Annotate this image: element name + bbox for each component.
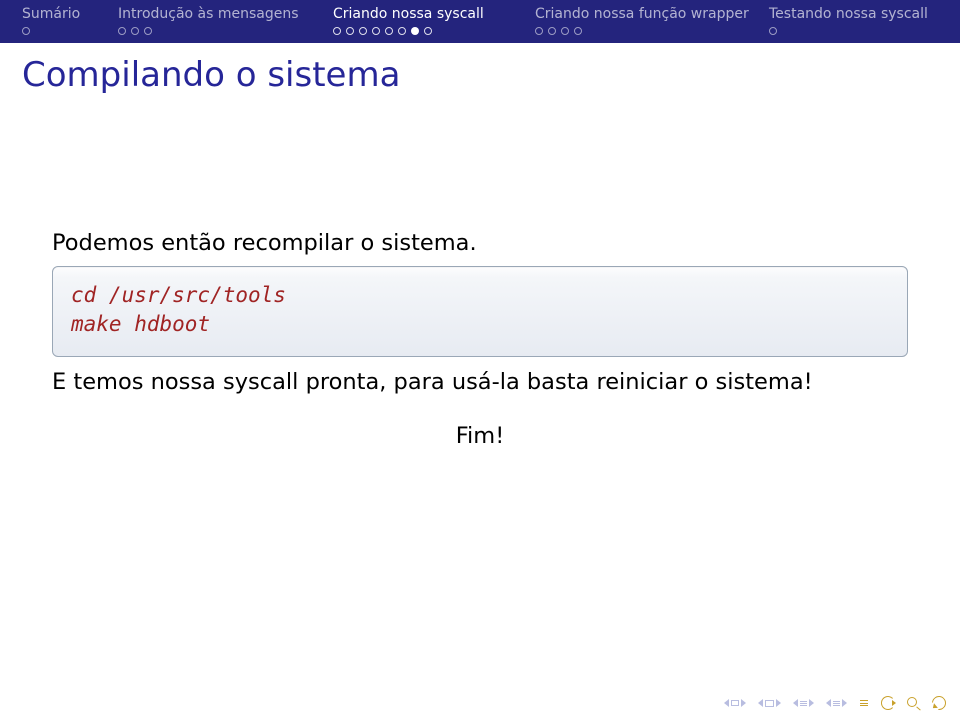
nav-section-testando[interactable]: Testando nossa syscall bbox=[769, 0, 959, 43]
chevron-right-icon bbox=[741, 699, 746, 707]
progress-dot[interactable] bbox=[574, 27, 582, 35]
code-line: cd /usr/src/tools bbox=[71, 281, 889, 310]
nav-section-criando-wrapper[interactable]: Criando nossa função wrapper bbox=[535, 0, 767, 43]
progress-dot[interactable] bbox=[561, 27, 569, 35]
nav-section-label: Introdução às mensagens bbox=[118, 6, 313, 23]
nav-section-label: Criando nossa função wrapper bbox=[535, 6, 767, 23]
body-outro-text: E temos nossa syscall pronta, para usá-l… bbox=[52, 369, 908, 395]
outline-icon[interactable] bbox=[860, 700, 868, 706]
search-icon[interactable] bbox=[907, 697, 920, 710]
frame-title: Compilando o sistema bbox=[0, 43, 960, 95]
progress-dot[interactable] bbox=[769, 27, 777, 35]
chevron-right-icon bbox=[776, 699, 781, 707]
nav-progress-dots bbox=[333, 27, 513, 35]
loop-icon[interactable] bbox=[929, 693, 949, 713]
progress-dot[interactable] bbox=[346, 27, 354, 35]
chevron-right-icon bbox=[809, 699, 814, 707]
footer-nav bbox=[724, 696, 946, 710]
arrow-icon bbox=[892, 700, 896, 706]
slide-root: Sumário Introdução às mensagens Criando … bbox=[0, 0, 960, 720]
frame-icon bbox=[765, 700, 774, 707]
nav-bar: Sumário Introdução às mensagens Criando … bbox=[0, 0, 960, 43]
nav-section-label: Testando nossa syscall bbox=[769, 6, 959, 23]
progress-dot-current[interactable] bbox=[411, 27, 419, 35]
chevron-right-icon bbox=[842, 699, 847, 707]
nav-section-back-button[interactable] bbox=[793, 699, 814, 707]
code-block-container: cd /usr/src/tools make hdboot bbox=[52, 266, 908, 357]
progress-dot[interactable] bbox=[118, 27, 126, 35]
code-line: make hdboot bbox=[71, 310, 889, 339]
progress-dot[interactable] bbox=[333, 27, 341, 35]
nav-section-fwd-button[interactable] bbox=[826, 699, 847, 707]
progress-dot[interactable] bbox=[144, 27, 152, 35]
nav-section-introducao[interactable]: Introdução às mensagens bbox=[118, 0, 313, 43]
progress-dot[interactable] bbox=[372, 27, 380, 35]
progress-dot[interactable] bbox=[398, 27, 406, 35]
nav-section-criando-syscall[interactable]: Criando nossa syscall bbox=[333, 0, 513, 43]
lines-icon bbox=[800, 701, 807, 706]
nav-progress-dots bbox=[535, 27, 767, 35]
progress-dot[interactable] bbox=[385, 27, 393, 35]
progress-dot[interactable] bbox=[22, 27, 30, 35]
nav-section-sumario[interactable]: Sumário bbox=[22, 0, 88, 43]
nav-prev-frame-button[interactable] bbox=[758, 699, 781, 707]
progress-dot[interactable] bbox=[535, 27, 543, 35]
nav-section-label: Sumário bbox=[22, 6, 88, 23]
arrow-icon bbox=[931, 703, 938, 710]
progress-dot[interactable] bbox=[131, 27, 139, 35]
lines-icon bbox=[833, 701, 840, 706]
progress-dot[interactable] bbox=[548, 27, 556, 35]
chevron-left-icon bbox=[793, 699, 798, 707]
nav-section-label: Criando nossa syscall bbox=[333, 6, 513, 23]
chevron-left-icon bbox=[758, 699, 763, 707]
nav-progress-dots bbox=[769, 27, 959, 35]
slide-body: Podemos então recompilar o sistema. cd /… bbox=[0, 230, 960, 449]
chevron-left-icon bbox=[724, 699, 729, 707]
nav-progress-dots bbox=[22, 27, 88, 35]
chevron-left-icon bbox=[826, 699, 831, 707]
progress-dot[interactable] bbox=[359, 27, 367, 35]
code-block: cd /usr/src/tools make hdboot bbox=[52, 266, 908, 357]
nav-prev-slide-button[interactable] bbox=[724, 699, 746, 707]
body-fim-text: Fim! bbox=[52, 423, 908, 449]
body-intro-text: Podemos então recompilar o sistema. bbox=[52, 230, 908, 256]
refresh-icon[interactable] bbox=[881, 696, 895, 710]
progress-dot[interactable] bbox=[424, 27, 432, 35]
nav-progress-dots bbox=[118, 27, 313, 35]
slide-icon bbox=[731, 700, 739, 706]
